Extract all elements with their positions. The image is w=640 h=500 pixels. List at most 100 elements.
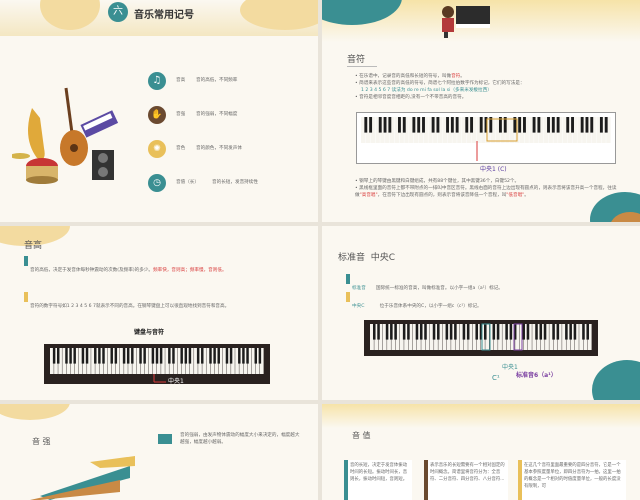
decor-teal-corner [592,360,640,400]
topic-desc: 音的强弱，不同幅度 [196,112,238,117]
black-key [139,348,142,364]
solfege-text: 1 2 3 4 5 6 7 读法为 do re mi fa sol la si（… [361,88,492,93]
black-key [69,348,72,364]
keyboard-svg [370,323,592,351]
topic-item-pitch[interactable]: ♫ 音高 音的高低，不同频率 [148,72,308,92]
topic-label: 音值（长） [176,180,199,185]
black-key [364,117,368,133]
black-key [586,324,590,340]
black-key [196,348,200,364]
black-key [180,348,183,364]
black-key [573,324,577,340]
teal-marker [24,256,28,266]
highlight-text: "低音唱" [506,193,525,198]
black-key [556,117,560,133]
black-key [201,348,204,364]
black-key [151,348,155,364]
center-c-label: 中央1 [168,378,184,385]
topic-label: 音色 [176,146,186,151]
black-key [526,324,530,340]
black-key [436,117,440,133]
black-key [566,117,570,133]
black-key [466,324,470,340]
black-key [565,324,568,340]
black-key [462,324,466,340]
piano-keyboard-chart [356,112,616,164]
black-key [432,324,436,340]
text: 音的高低，决定于发音体每秒钟震动的次数(及频率)的多少。 [30,268,154,273]
highlight-text: "高音唱" [359,193,378,198]
black-key [450,117,454,133]
black-key [496,324,500,340]
slide-1[interactable]: 六 音乐常用记号 ♫ 音高 音的高低，不同频率 ✋ 音强 音的强弱，不同幅度 ✺… [0,0,318,222]
teal-marker [158,434,172,444]
topic-item-duration[interactable]: ◷ 音值（长） 音的长短，发音持续性 [148,174,313,194]
title-text: 中央C [370,253,396,263]
bullet-middle-c: 中央C 位于乐音体系中央的C，以小字一组c（c¹）标记。 [346,292,622,311]
text: ，在音符下边出现有圆点的，则表示音将该音降低一个音程，叫 [377,193,507,198]
black-key [213,348,216,364]
black-key [569,324,572,340]
black-key [56,348,60,364]
black-key [184,348,188,364]
slide-title: 标准音 中央C [338,250,395,263]
slide-title: 音 值 [352,431,371,440]
black-key [369,117,373,133]
slide-title: 音乐常用记号 [134,10,194,21]
black-key [492,324,496,340]
music-icon: ♫ [148,72,166,90]
slide-6[interactable]: 音 值 音的长短，决定于发音体振动时间的长短。振动时间长，音则长，振动时间短，音… [322,404,640,500]
black-key [114,348,118,364]
yellow-marker [346,292,350,302]
slide-2[interactable]: 音符 • 在乐谱中，记录音的高低和长短的符号，叫做音符。 • 简谱来表示这些音的… [322,0,640,222]
text: 在这几个音符里面最重要的是四分音符，它是一个基本参照度量单位，即四分音符为一拍，… [524,463,621,489]
topic-item-timbre[interactable]: ✺ 音色 音的颜色，不同发声体 [148,140,308,160]
black-key [465,117,469,133]
black-key [543,324,547,340]
black-key [98,348,101,364]
black-key [431,117,435,133]
slide-5[interactable]: 音 强 音的强弱，由发声物体震动的幅度大小来决定的，幅度越大越强，幅度越小越弱。 [0,404,318,500]
standard-note-label: 标准音6（a¹） [516,372,557,379]
black-key [159,348,163,364]
black-key [110,348,113,364]
black-key [85,348,89,364]
black-key [590,117,594,133]
duration-col-2: 表示音乐的长短需要有一个相对固定的时间概念。简谱里将音符分为：全音符、二分音符、… [424,460,508,500]
black-key [424,324,427,340]
black-key [446,117,449,133]
black-key [94,348,97,364]
black-key [479,117,483,133]
black-key [390,324,393,340]
black-key [377,324,380,340]
topic-item-intensity[interactable]: ✋ 音强 音的强弱，不同幅度 [148,106,308,126]
black-key [126,348,130,364]
slide-4[interactable]: 标准音 中央C 标准音 国际统一标准的音高，叫做标准音。以小字一组a（a¹）标记… [322,226,640,400]
black-key [246,348,249,364]
notes-bullets: • 钢琴上的琴键由黑键和白键组成，共有88个键位，其中黑键36个，白键52个。 … [355,179,617,198]
topic-desc: 音的长短，发音持续性 [212,180,258,185]
black-key [258,348,262,364]
black-key [188,348,192,364]
black-key [225,348,229,364]
black-key [155,348,159,364]
topic-label: 音强 [176,112,186,117]
topic-desc: 音的高低，不同频率 [196,78,238,83]
slide-title: 音符 [347,55,366,65]
black-key [102,348,105,364]
black-key [407,324,410,340]
black-key [552,324,555,340]
black-key [402,324,406,340]
keyboard-svg [361,117,611,161]
text: 。 [524,193,529,198]
black-key [122,348,126,364]
slide-title: 音高 [24,241,43,251]
text: 位于乐音体系中央的C，以小字一组c（c¹）标记。 [379,304,482,309]
black-key [522,324,525,340]
piano-photo [364,320,598,356]
text: 表示音乐的长短需要有一个相对固定的时间概念。简谱里将音符分为：全音符、二分音符、… [430,463,505,482]
black-key [518,117,522,133]
black-key [537,117,541,133]
slide-3[interactable]: 音高 音的高低，决定于发音体每秒钟震动的次数(及频率)的多少。频率快，音则高；频… [0,226,318,400]
title-underline [347,66,377,67]
